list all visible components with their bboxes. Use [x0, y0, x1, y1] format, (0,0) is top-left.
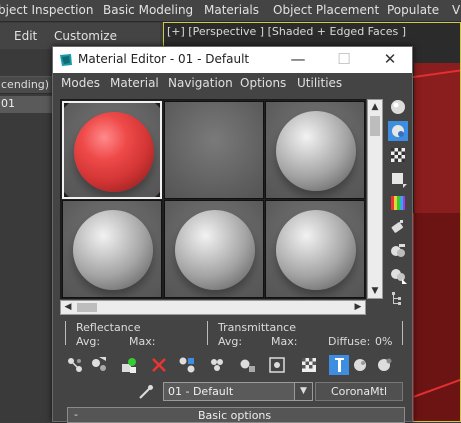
material-type-button[interactable]: CoronaMtl	[315, 382, 403, 401]
make-preview-icon[interactable]	[388, 217, 408, 237]
sample-slot-5[interactable]	[164, 200, 264, 298]
menu-utilities[interactable]: Utilities	[297, 76, 342, 90]
reflectance-transmittance-panel: Reflectance Avg: Max: Transmittance Avg:…	[63, 319, 409, 349]
put-material-to-scene-icon[interactable]	[89, 355, 109, 375]
scroll-thumb[interactable]	[370, 116, 380, 136]
slot-corner	[64, 190, 71, 197]
options-icon[interactable]	[388, 241, 408, 261]
scroll-up-icon[interactable]: ▲	[368, 100, 382, 114]
material-editor-titlebar[interactable]: Material Editor - 01 - Default — ☐ ✕	[53, 47, 412, 73]
reflectance-max-label: Max:	[129, 335, 156, 348]
material-preview-sphere	[276, 111, 356, 191]
transmittance-max-label: Max:	[271, 335, 298, 348]
show-end-result-icon[interactable]	[329, 355, 349, 375]
basic-options-rollout[interactable]: - Basic options	[67, 407, 405, 423]
scroll-left-icon[interactable]: ◀	[61, 301, 75, 314]
material-map-navigator-icon[interactable]	[388, 289, 408, 309]
close-button[interactable]: ✕	[375, 49, 405, 71]
go-forward-to-sibling-icon[interactable]	[375, 355, 395, 375]
3dsmax-logo-icon	[60, 54, 72, 66]
slot-corner	[153, 103, 160, 110]
reset-map-icon[interactable]	[149, 355, 169, 375]
background-checker-icon[interactable]	[388, 145, 408, 165]
rollout-collapse-toggle[interactable]: -	[74, 408, 78, 421]
minimize-button[interactable]: —	[283, 49, 313, 71]
sample-slots-grid	[60, 99, 366, 299]
divider	[65, 321, 66, 345]
menu-modes[interactable]: Modes	[61, 76, 100, 90]
divider	[207, 321, 208, 345]
reflectance-label: Reflectance	[76, 321, 141, 334]
slots-horizontal-scrollbar[interactable]: ◀ ▶	[60, 300, 366, 315]
material-name-row: 01 - Default ▼ CoronaMtl	[61, 381, 411, 403]
app-menubar: bject Inspection Basic Modeling Material…	[0, 0, 461, 22]
side-toolbar	[386, 97, 410, 327]
sample-slot-4[interactable]	[62, 200, 162, 298]
slots-vertical-scrollbar[interactable]: ▲ ▼	[367, 99, 383, 299]
scene-explorer-row[interactable]: 01	[0, 96, 56, 113]
show-shaded-material-icon[interactable]	[299, 355, 319, 375]
scene-object[interactable]	[412, 213, 460, 421]
sample-slot-3[interactable]	[265, 101, 365, 199]
slot-corner	[153, 190, 160, 197]
material-toolbar	[61, 353, 411, 377]
material-editor-menubar: Modes Material Navigation Options Utilit…	[53, 73, 412, 95]
scene-explorer-sort-header[interactable]: cending)	[0, 76, 56, 94]
viewport-label[interactable]: [+] [Perspective ] [Shaded + Edged Faces…	[167, 25, 406, 38]
app-menu-customize[interactable]: Customize	[54, 29, 117, 43]
sample-type-icon[interactable]	[388, 97, 408, 117]
app-menu-more[interactable]: V	[452, 3, 460, 17]
get-material-icon[interactable]	[65, 355, 85, 375]
scene-object[interactable]	[414, 63, 460, 213]
menu-navigation[interactable]: Navigation	[168, 76, 233, 90]
go-to-parent-icon[interactable]	[351, 355, 371, 375]
put-to-library-icon[interactable]	[237, 355, 257, 375]
make-material-copy-icon[interactable]	[177, 355, 197, 375]
material-preview-sphere	[175, 210, 255, 290]
diffuse-value: 0%	[375, 335, 393, 348]
scene-row-label: 01	[1, 97, 15, 110]
transmittance-avg-label: Avg:	[218, 335, 243, 348]
app-menu-object-placement[interactable]: Object Placement	[273, 3, 379, 17]
sort-label: cending)	[1, 78, 50, 91]
app-menu-materials[interactable]: Materials	[204, 3, 259, 17]
material-preview-sphere	[276, 210, 356, 290]
sample-uv-tiling-icon[interactable]	[388, 169, 408, 189]
app-menu-edit[interactable]: Edit	[14, 29, 37, 43]
sample-slot-1[interactable]	[62, 101, 162, 199]
video-color-check-icon[interactable]	[388, 193, 408, 213]
menu-options[interactable]: Options	[240, 76, 286, 90]
material-preview-sphere	[73, 210, 153, 290]
rollout-title: Basic options	[198, 409, 272, 422]
select-by-material-icon[interactable]	[388, 265, 408, 285]
material-id-channel-icon[interactable]	[267, 355, 287, 375]
chevron-down-icon[interactable]: ▼	[294, 383, 312, 400]
material-name-value: 01 - Default	[168, 385, 234, 398]
scroll-right-icon[interactable]: ▶	[351, 301, 365, 314]
menu-material[interactable]: Material	[110, 76, 159, 90]
material-preview-sphere	[74, 112, 154, 192]
assign-material-to-selection-icon[interactable]	[119, 355, 139, 375]
transmittance-label: Transmittance	[218, 321, 296, 334]
sample-slot-2[interactable]	[164, 101, 264, 199]
material-name-dropdown[interactable]: 01 - Default ▼	[163, 382, 313, 401]
app-menu-basic-modeling[interactable]: Basic Modeling	[103, 3, 193, 17]
material-editor-window: Material Editor - 01 - Default — ☐ ✕ Mod…	[52, 46, 413, 423]
reflectance-avg-label: Avg:	[76, 335, 101, 348]
backlight-icon[interactable]	[388, 121, 408, 141]
divider	[402, 321, 403, 345]
scroll-down-icon[interactable]: ▼	[368, 284, 382, 298]
diffuse-label: Diffuse:	[328, 335, 371, 348]
slot-corner	[64, 103, 71, 110]
make-unique-icon[interactable]	[207, 355, 227, 375]
scroll-thumb[interactable]	[77, 303, 97, 312]
app-menu-object-inspection[interactable]: bject Inspection	[0, 3, 93, 17]
window-title: Material Editor - 01 - Default	[78, 52, 250, 66]
sample-slot-6[interactable]	[265, 200, 365, 298]
app-menu-populate[interactable]: Populate	[387, 3, 439, 17]
pick-material-eyedropper-icon[interactable]	[137, 383, 155, 401]
maximize-button[interactable]: ☐	[329, 49, 359, 71]
